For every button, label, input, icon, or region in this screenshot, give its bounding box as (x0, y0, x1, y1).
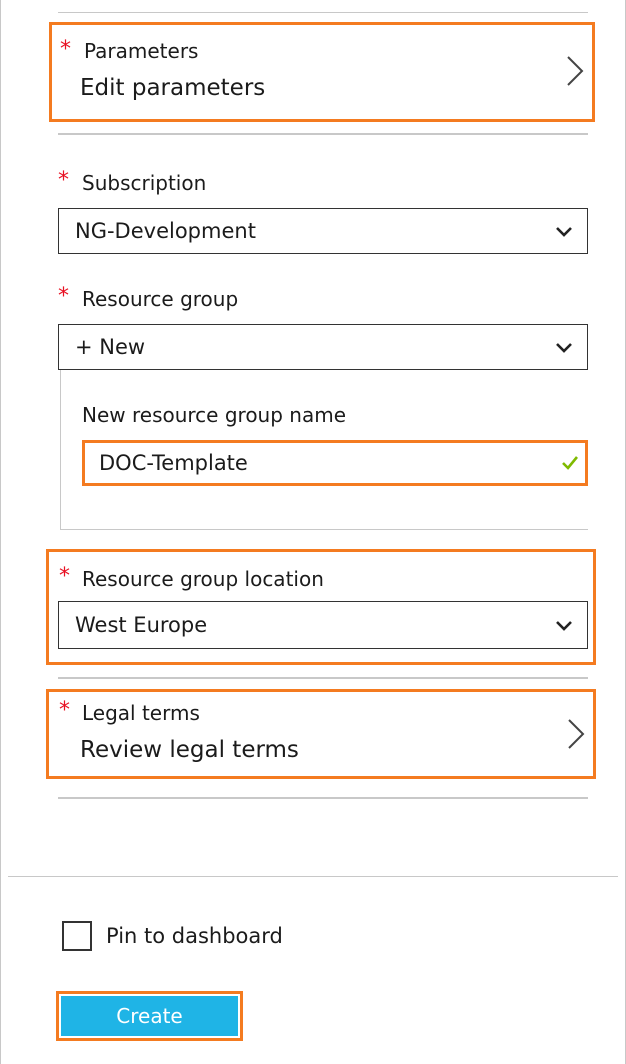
legal-terms-value: Review legal terms (80, 737, 299, 763)
resource-group-value: + New (75, 335, 146, 359)
resource-group-dropdown[interactable]: + New (58, 324, 588, 370)
resource-group-location-value: West Europe (75, 613, 208, 637)
resource-group-location-dropdown[interactable]: West Europe (58, 601, 588, 649)
section-divider (58, 677, 588, 679)
chevron-down-icon (556, 227, 572, 237)
new-resource-group-name-label: New resource group name (82, 403, 347, 427)
subscription-value: NG-Development (75, 219, 256, 243)
resource-group-location-label: Resource group location (82, 567, 324, 591)
subscription-dropdown[interactable]: NG-Development (58, 208, 588, 254)
parameters-label: Parameters (84, 39, 199, 63)
section-divider (58, 133, 588, 135)
legal-terms-row[interactable]: * Legal terms Review legal terms (46, 689, 596, 779)
new-resource-group-name-value: DOC-Template (99, 451, 248, 475)
create-blade: * Parameters Edit parameters * Subscript… (0, 0, 626, 1064)
subscription-label: Subscription (82, 171, 207, 195)
chevron-down-icon (556, 621, 572, 631)
required-marker: * (58, 168, 69, 193)
top-divider (58, 12, 588, 13)
required-marker: * (59, 564, 70, 589)
required-marker: * (58, 284, 69, 309)
checkmark-icon (562, 456, 579, 470)
pin-to-dashboard-checkbox[interactable] (62, 921, 92, 951)
blade-border (0, 0, 626, 1064)
legal-terms-label: Legal terms (82, 701, 200, 725)
resource-group-label: Resource group (82, 287, 239, 311)
section-divider (58, 797, 588, 799)
required-marker: * (59, 698, 70, 723)
footer-divider (8, 876, 618, 877)
create-button-highlight: Create (56, 991, 243, 1041)
chevron-down-icon (556, 343, 572, 353)
chevron-right-icon (567, 56, 584, 86)
parameters-value: Edit parameters (80, 75, 266, 101)
new-resource-group-name-input[interactable]: DOC-Template (82, 440, 588, 486)
pin-to-dashboard-label[interactable]: Pin to dashboard (106, 924, 283, 948)
required-marker: * (60, 37, 71, 62)
create-button[interactable]: Create (61, 996, 238, 1036)
chevron-right-icon (568, 719, 585, 749)
parameters-row[interactable]: * Parameters Edit parameters (49, 22, 595, 122)
